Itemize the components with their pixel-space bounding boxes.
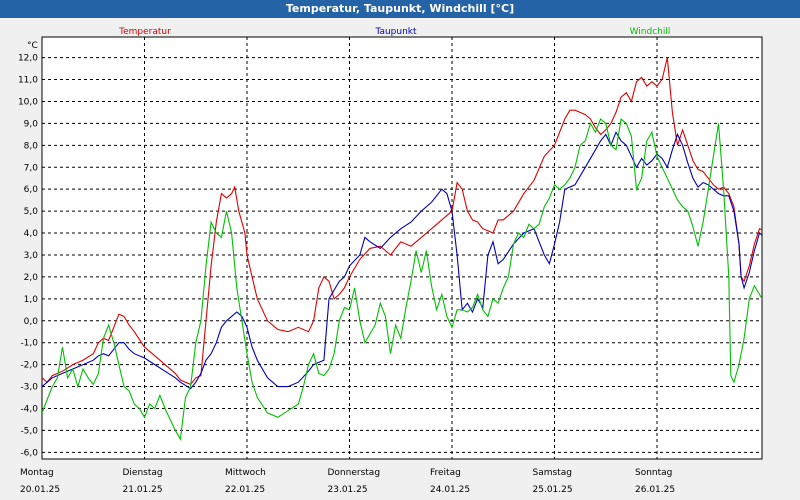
x-date-label: 23.01.25 [328,485,368,495]
y-tick-label: -6,0 [20,448,38,458]
y-tick-label: 8,0 [24,141,39,151]
y-tick-label: 5,0 [24,207,39,217]
y-tick-label: 0,0 [24,317,39,327]
y-tick-label: 3,0 [24,251,39,261]
x-date-label: 22.01.25 [225,485,265,495]
plot-area [41,36,763,460]
x-day-label: Donnerstag [328,468,381,478]
legend-windchill: Windchill [630,27,671,37]
y-tick-label: 1,0 [24,295,39,305]
x-date-label: 25.01.25 [533,485,573,495]
y-tick-label: -5,0 [20,426,38,436]
y-tick-label: -2,0 [20,361,38,371]
x-date-label: 24.01.25 [430,485,470,495]
y-tick-label: 6,0 [24,185,39,195]
y-tick-label: 12,0 [18,54,38,64]
x-day-label: Mittwoch [225,468,266,478]
legend-temperatur: Temperatur [118,27,171,37]
y-tick-label: 9,0 [24,119,39,129]
y-axis-unit: °C [27,41,38,51]
y-tick-label: 4,0 [24,229,39,239]
x-date-label: 21.01.25 [123,485,163,495]
x-day-label: Montag [20,468,54,478]
y-tick-label: 2,0 [24,273,39,283]
x-day-label: Sonntag [635,468,672,478]
y-tick-label: 7,0 [24,163,39,173]
chart: 12,0 11,0 10,0 9,0 8,0 7,0 6,0 5,0 4,0 3,0 2,0 1,0 0… [18,27,763,495]
x-day-label: Samstag [533,468,572,478]
x-date-label: 26.01.25 [635,485,675,495]
y-tick-label: 10,0 [18,97,38,107]
x-date-label: 20.01.25 [20,485,60,495]
y-tick-label: 11,0 [18,76,38,86]
x-day-label: Dienstag [123,468,163,478]
x-day-label: Freitag [430,468,461,478]
y-tick-label: -3,0 [20,383,38,393]
y-tick-label: -1,0 [20,339,38,349]
legend-taupunkt: Taupunkt [374,27,417,37]
y-tick-label: -4,0 [20,404,38,414]
